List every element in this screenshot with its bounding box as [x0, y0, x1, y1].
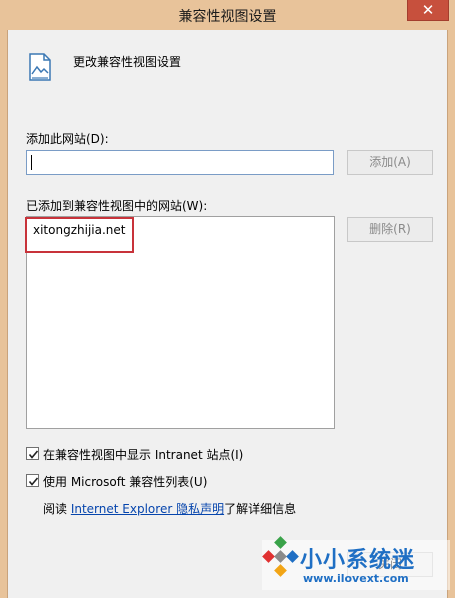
highlight-box — [25, 217, 134, 253]
close-button[interactable]: ✕ — [407, 0, 449, 21]
watermark-url: www.ilovext.com — [303, 572, 409, 585]
use-ms-list-label[interactable]: 使用 Microsoft 兼容性列表(U) — [43, 473, 207, 490]
use-ms-list-checkbox[interactable] — [26, 474, 39, 487]
privacy-info: 阅读 Internet Explorer 隐私声明了解详细信息 — [43, 500, 296, 517]
checkmark-icon — [28, 477, 39, 486]
privacy-link[interactable]: Internet Explorer 隐私声明 — [71, 502, 224, 516]
watermark-title: 小小系统迷 — [300, 548, 416, 573]
checkmark-icon — [28, 450, 39, 459]
add-site-input[interactable] — [26, 150, 334, 175]
remove-button[interactable]: 删除(R) — [347, 217, 433, 242]
show-intranet-label[interactable]: 在兼容性视图中显示 Intranet 站点(I) — [43, 446, 243, 463]
text-caret — [31, 155, 32, 170]
site-list-label: 已添加到兼容性视图中的网站(W): — [26, 199, 208, 213]
dialog-body: 更改兼容性视图设置 添加此网站(D): 添加(A) 已添加到兼容性视图中的网站(… — [7, 30, 448, 598]
privacy-prefix: 阅读 — [43, 502, 71, 516]
header-text: 更改兼容性视图设置 — [73, 55, 182, 69]
compat-view-dialog: 兼容性视图设置 ✕ 更改兼容性视图设置 添加此网站(D): 添加(A) 已添加到… — [0, 0, 455, 598]
page-broken-icon — [28, 52, 52, 82]
privacy-suffix: 了解详细信息 — [224, 502, 297, 516]
title-bar[interactable]: 兼容性视图设置 ✕ — [0, 0, 455, 30]
window-title: 兼容性视图设置 — [178, 9, 277, 25]
show-intranet-checkbox[interactable] — [26, 447, 39, 460]
watermark-logo-icon — [262, 536, 302, 586]
add-site-label: 添加此网站(D): — [26, 132, 109, 146]
add-button[interactable]: 添加(A) — [347, 150, 433, 175]
